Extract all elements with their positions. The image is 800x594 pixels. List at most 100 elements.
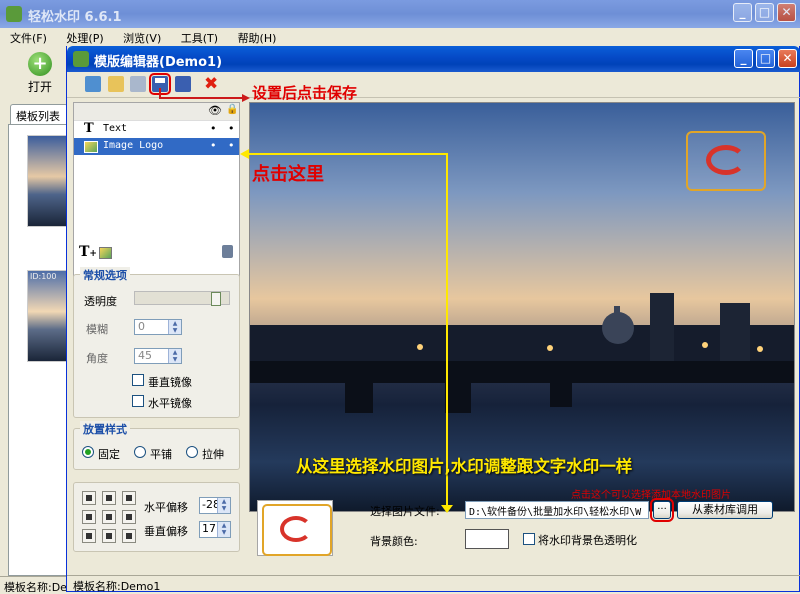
eye-icon: 👁 — [208, 104, 222, 117]
anchor-position-grid — [82, 491, 142, 547]
placement-tile-radio[interactable] — [134, 446, 146, 458]
menu-help[interactable]: 帮助(H) — [238, 32, 277, 45]
menu-view[interactable]: 浏览(V) — [123, 32, 161, 45]
anchor-position-button[interactable] — [102, 491, 116, 505]
menu-process[interactable]: 处理(P) — [66, 32, 103, 45]
plus-icon: + — [28, 52, 52, 76]
horizontal-mirror-checkbox[interactable] — [132, 395, 144, 407]
background-color-swatch[interactable] — [465, 529, 509, 549]
anchor-position-button[interactable] — [122, 510, 136, 524]
template-list-tab[interactable]: 模板列表 — [10, 104, 68, 124]
vertical-mirror-label: 垂直镜像 — [148, 376, 192, 389]
vertical-offset-label: 垂直偏移 — [144, 525, 188, 538]
placement-fixed-radio[interactable] — [82, 446, 94, 458]
maximize-button[interactable]: □ — [755, 3, 774, 22]
delete-icon[interactable]: ✖ — [204, 74, 218, 94]
angle-spinner[interactable]: ▲ ▼ — [168, 349, 181, 363]
click-here-annotation: 点击这里 — [252, 164, 324, 185]
transparent-bg-label: 将水印背景色透明化 — [538, 534, 637, 547]
anchor-position-button[interactable] — [82, 510, 96, 524]
image-path-input[interactable]: D:\软件备份\批量加水印\轻松水印\W — [465, 501, 649, 519]
thumb-caption: ID:100 — [30, 272, 57, 281]
placement-tile-label: 平铺 — [150, 448, 172, 461]
logo-thumbnail — [257, 500, 333, 556]
placement-style-label: 放置样式 — [80, 421, 130, 437]
save-as-icon[interactable] — [175, 76, 191, 92]
placement-stretch-radio[interactable] — [186, 446, 198, 458]
horizontal-mirror-label: 水平镜像 — [148, 397, 192, 410]
menu-file[interactable]: 文件(F) — [10, 32, 47, 45]
anchor-position-button[interactable] — [122, 529, 136, 543]
lock-dot[interactable]: • — [228, 139, 235, 152]
editor-minimize-button[interactable]: _ — [734, 49, 753, 68]
layer-item-text[interactable]: T Text • • — [74, 121, 239, 138]
vertical-mirror-checkbox[interactable] — [132, 374, 144, 386]
app-icon — [6, 6, 22, 22]
angle-input[interactable]: 45 ▲ ▼ — [134, 348, 182, 364]
anchor-position-button[interactable] — [82, 491, 96, 505]
main-menu-bar: 文件(F) 处理(P) 浏览(V) 工具(T) 帮助(H) — [0, 28, 800, 46]
close-button[interactable]: ✕ — [777, 3, 796, 22]
trash-icon[interactable] — [222, 245, 233, 258]
menu-tools[interactable]: 工具(T) — [181, 32, 218, 45]
open-label: 打开 — [27, 80, 52, 94]
image-icon — [84, 141, 98, 153]
placement-stretch-label: 拉伸 — [202, 448, 224, 461]
blur-label: 模糊 — [86, 323, 108, 336]
add-image-layer-icon[interactable] — [99, 247, 112, 259]
offset-group: 水平偏移 -28 ▲ ▼ 垂直偏移 17 ▲ ▼ — [73, 482, 240, 552]
choose-image-label: 选择图片文件: — [370, 505, 440, 518]
layer-panel-header: 👁 🔒 — [74, 103, 239, 121]
copy-icon[interactable] — [130, 76, 146, 92]
horizontal-offset-label: 水平偏移 — [144, 501, 188, 514]
editor-title: 模版编辑器(Demo1) — [94, 55, 223, 70]
open-folder-icon[interactable] — [108, 76, 124, 92]
blur-input[interactable]: 0 ▲ ▼ — [134, 319, 182, 335]
save-hint-annotation: 设置后点击保存 — [252, 84, 358, 102]
general-options-group: 常规选项 透明度 模糊 0 ▲ ▼ 角度 45 ▲ ▼ 垂直镜像 水平镜像 — [73, 267, 240, 418]
opacity-slider[interactable] — [134, 291, 230, 306]
vertical-offset-input[interactable]: 17 ▲ ▼ — [199, 521, 231, 538]
open-button[interactable]: + 打开 — [20, 52, 60, 94]
placement-fixed-label: 固定 — [98, 448, 120, 461]
material-library-button[interactable]: 从素材库调用 — [677, 501, 773, 519]
logo-mark-icon — [280, 516, 312, 542]
main-title: 轻松水印 6.6.1 — [28, 10, 122, 25]
main-title-bar: 轻松水印 6.6.1 _ □ ✕ — [0, 0, 800, 28]
browse-button[interactable]: ··· — [650, 498, 674, 522]
new-template-icon[interactable] — [85, 76, 101, 92]
visible-dot[interactable]: • — [210, 122, 217, 135]
anchor-position-button[interactable] — [102, 529, 116, 543]
save-icon[interactable] — [149, 73, 171, 95]
editor-close-button[interactable]: ✕ — [778, 49, 797, 68]
layer-label: Image Logo — [103, 140, 164, 151]
horizontal-offset-input[interactable]: -28 ▲ ▼ — [199, 497, 231, 514]
template-editor-window: 模版编辑器(Demo1) _ □ ✕ ✖ 👁 🔒 T Text • • Imag… — [66, 46, 800, 593]
add-text-layer-icon[interactable]: T+ — [79, 244, 97, 260]
opacity-label: 透明度 — [84, 295, 117, 308]
opacity-slider-thumb[interactable] — [211, 292, 221, 306]
vertical-offset-spinner[interactable]: ▲ ▼ — [217, 522, 230, 537]
lock-dot[interactable]: • — [228, 122, 235, 135]
horizontal-offset-spinner[interactable]: ▲ ▼ — [217, 498, 230, 513]
background-color-label: 背景颜色: — [370, 535, 418, 548]
layer-label: Text — [103, 123, 128, 134]
text-T-icon: T — [84, 121, 94, 136]
layer-item-image-logo[interactable]: Image Logo • • — [74, 138, 239, 155]
preview-canvas[interactable] — [249, 102, 795, 512]
angle-label: 角度 — [86, 352, 108, 365]
lock-icon: 🔒 — [226, 104, 239, 115]
anchor-position-button[interactable] — [122, 491, 136, 505]
template-list-panel: ID:100 — [8, 124, 73, 576]
blur-spinner[interactable]: ▲ ▼ — [168, 320, 181, 334]
main-status-bar: 模板名称:De — [0, 576, 70, 592]
transparent-bg-checkbox[interactable] — [523, 533, 535, 545]
anchor-position-button[interactable] — [102, 510, 116, 524]
editor-app-icon — [73, 51, 89, 67]
editor-maximize-button[interactable]: □ — [756, 49, 775, 68]
visible-dot[interactable]: • — [210, 139, 217, 152]
placement-style-group: 放置样式 固定 平铺 拉伸 — [73, 421, 240, 470]
anchor-position-button[interactable] — [82, 529, 96, 543]
editor-title-bar: 模版编辑器(Demo1) _ □ ✕ — [67, 46, 800, 72]
minimize-button[interactable]: _ — [733, 3, 752, 22]
